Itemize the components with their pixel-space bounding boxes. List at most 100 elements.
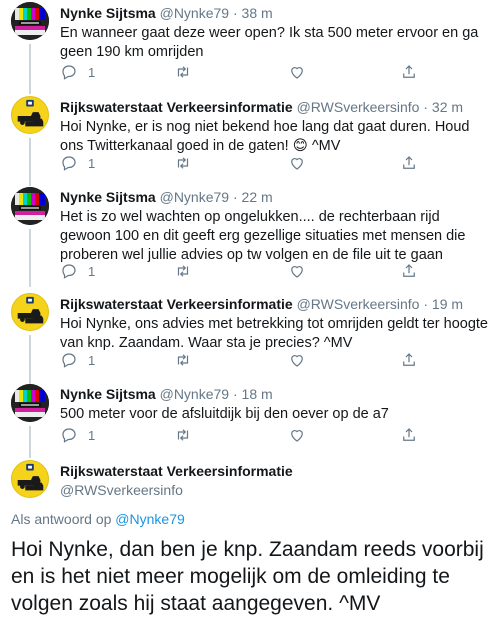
separator-dot: · [232, 386, 238, 402]
like-icon [291, 266, 303, 278]
separator-dot: · [423, 296, 429, 312]
user-handle[interactable]: @RWSverkeersinfo [297, 296, 420, 312]
user-handle[interactable]: @RWSverkeersinfo [297, 99, 420, 115]
separator-dot: · [232, 189, 238, 205]
retweet-button[interactable] [174, 351, 192, 369]
user-handle[interactable]: @RWSverkeersinfo [60, 482, 183, 498]
timestamp[interactable]: 18 m [242, 386, 273, 402]
share-button[interactable] [400, 351, 418, 369]
tweet-header: Rijkswaterstaat Verkeersinformatie @RWSv… [60, 296, 463, 312]
offline-tv-testcard-icon [11, 187, 49, 225]
like-icon [291, 158, 303, 170]
display-name[interactable]: Nynke Sijtsma [60, 5, 156, 21]
timestamp[interactable]: 38 m [242, 5, 273, 21]
tweet-text: En wanneer gaat deze weer open? Ik sta 5… [60, 25, 479, 60]
reply-count: 1 [88, 155, 96, 171]
tweet-text: Hoi Nynke, er is nog niet bekend hoe lan… [60, 119, 470, 154]
avatar[interactable] [11, 96, 49, 134]
retweet-button[interactable] [174, 154, 192, 172]
tweet-text: Het is zo wel wachten op ongelukken.... … [60, 209, 466, 263]
reply-prefix: Als antwoord op [11, 511, 112, 527]
thread-connector [29, 426, 31, 458]
share-button[interactable] [400, 154, 418, 172]
avatar[interactable] [11, 293, 49, 331]
share-button[interactable] [400, 426, 418, 444]
reply-button[interactable]: 1 [60, 63, 95, 81]
tweet-header: Nynke Sijtsma @Nynke79 · 18 m [60, 386, 273, 402]
timestamp[interactable]: 22 m [242, 189, 273, 205]
reply-icon [62, 264, 76, 279]
tweet-header: Nynke Sijtsma @Nynke79 · 22 m [60, 189, 273, 205]
thread-connector [29, 44, 31, 94]
offline-tv-testcard-icon [11, 384, 49, 422]
retweet-button[interactable] [174, 63, 192, 81]
separator-dot: · [423, 99, 429, 115]
retweet-button[interactable] [174, 426, 192, 444]
share-icon [403, 353, 415, 366]
avatar[interactable] [11, 460, 49, 498]
offline-tv-testcard-icon [11, 2, 49, 40]
reply-icon [62, 353, 76, 368]
rws-logo-icon [17, 99, 44, 127]
separator-dot: · [232, 5, 238, 21]
avatar[interactable] [11, 384, 49, 422]
like-button[interactable] [288, 426, 306, 444]
reply-button[interactable]: 1 [60, 426, 95, 444]
timestamp[interactable]: 19 m [432, 296, 463, 312]
reply-icon [62, 428, 76, 443]
rws-logo-icon [17, 463, 44, 491]
share-icon [403, 264, 415, 277]
share-icon [403, 65, 415, 78]
share-button[interactable] [400, 262, 418, 280]
retweet-icon [177, 66, 189, 78]
like-button[interactable] [288, 351, 306, 369]
tweet-header: Nynke Sijtsma @Nynke79 · 38 m [60, 5, 273, 21]
user-handle[interactable]: @Nynke79 [160, 5, 229, 21]
display-name[interactable]: Nynke Sijtsma [60, 386, 156, 402]
reply-count: 1 [88, 427, 96, 443]
like-icon [291, 430, 303, 442]
display-name[interactable]: Rijkswaterstaat Verkeersinformatie [60, 463, 293, 479]
reply-count: 1 [88, 64, 96, 80]
reply-mention-link[interactable]: @Nynke79 [115, 511, 184, 527]
tweet-actions: 1 [60, 426, 480, 444]
display-name[interactable]: Rijkswaterstaat Verkeersinformatie [60, 99, 293, 115]
like-icon [291, 67, 303, 79]
tweet-text: Hoi Nynke, dan ben je knp. Zaandam reeds… [11, 538, 484, 615]
user-handle[interactable]: @Nynke79 [160, 386, 229, 402]
retweet-button[interactable] [174, 262, 192, 280]
retweet-icon [177, 157, 189, 169]
like-button[interactable] [288, 262, 306, 280]
reply-button[interactable]: 1 [60, 351, 95, 369]
share-icon [403, 156, 415, 169]
tweet-actions: 1 [60, 262, 480, 280]
timestamp[interactable]: 32 m [432, 99, 463, 115]
thread-connector [29, 229, 31, 287]
reply-icon [62, 156, 76, 171]
tweet-actions: 1 [60, 154, 480, 172]
like-button[interactable] [288, 63, 306, 81]
tweet-actions: 1 [60, 351, 480, 369]
tweet-header: Rijkswaterstaat Verkeersinformatie @RWSv… [60, 99, 463, 115]
retweet-icon [177, 429, 189, 441]
retweet-icon [177, 354, 189, 366]
display-name[interactable]: Nynke Sijtsma [60, 189, 156, 205]
like-icon [291, 355, 303, 367]
reply-icon [62, 65, 76, 80]
tweet-actions: 1 [60, 63, 480, 81]
reply-context: Als antwoord op @Nynke79 [11, 511, 185, 527]
like-button[interactable] [288, 154, 306, 172]
thread-connector [29, 335, 31, 385]
reply-button[interactable]: 1 [60, 262, 95, 280]
reply-count: 1 [88, 263, 96, 279]
tweet-text: 500 meter voor de afsluitdijk bij den oe… [60, 406, 389, 422]
user-handle[interactable]: @Nynke79 [160, 189, 229, 205]
avatar[interactable] [11, 187, 49, 225]
share-icon [403, 428, 415, 441]
tweet-text: Hoi Nynke, ons advies met betrekking tot… [60, 316, 488, 351]
reply-button[interactable]: 1 [60, 154, 95, 172]
share-button[interactable] [400, 63, 418, 81]
avatar[interactable] [11, 2, 49, 40]
display-name[interactable]: Rijkswaterstaat Verkeersinformatie [60, 296, 293, 312]
retweet-icon [177, 265, 189, 277]
